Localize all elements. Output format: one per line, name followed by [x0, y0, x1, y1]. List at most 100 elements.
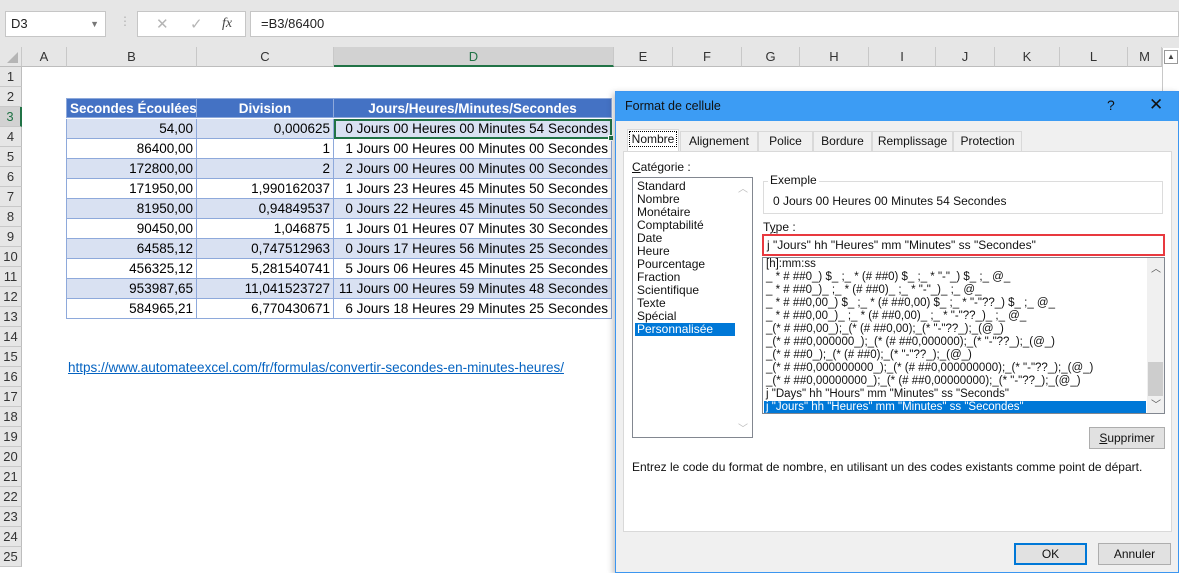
row-header-2[interactable]: 2	[0, 87, 22, 107]
chevron-down-icon[interactable]: ▼	[90, 12, 99, 36]
scroll-thumb[interactable]	[1148, 362, 1163, 396]
table-header[interactable]: Jours/Heures/Minutes/Secondes	[334, 98, 612, 118]
division-cell[interactable]: 6,770430671	[197, 299, 334, 319]
type-item[interactable]: _(* # ##0,000000_);_(* (# ##0,000000);_(…	[764, 336, 1146, 349]
type-item[interactable]: _(* # ##0,00_);_(* (# ##0,00);_(* "-"??_…	[764, 323, 1146, 336]
scroll-down-icon[interactable]: ﹀	[738, 420, 748, 435]
row-header-24[interactable]: 24	[0, 527, 22, 547]
duration-cell[interactable]: 1 Jours 01 Heures 07 Minutes 30 Secondes	[334, 219, 612, 239]
select-all-button[interactable]	[0, 47, 22, 67]
type-item[interactable]: _ * # ##0_) $_ ;_ * (# ##0) $_ ;_ * "-"_…	[764, 271, 1146, 284]
duration-cell[interactable]: 1 Jours 23 Heures 45 Minutes 50 Secondes	[334, 179, 612, 199]
type-item[interactable]: _ * # ##0,00_) $_ ;_ * (# ##0,00) $_ ;_ …	[764, 297, 1146, 310]
column-header-m[interactable]: M	[1128, 47, 1162, 67]
column-header-f[interactable]: F	[673, 47, 742, 67]
row-header-7[interactable]: 7	[0, 187, 22, 207]
hyperlink[interactable]: https://www.automateexcel.com/fr/formula…	[68, 360, 564, 375]
type-item[interactable]: _(* # ##0,000000000_);_(* (# ##0,0000000…	[764, 362, 1146, 375]
type-list[interactable]: [h]:mm:ss _ * # ##0_) $_ ;_ * (# ##0) $_ …	[762, 257, 1165, 414]
row-header-12[interactable]: 12	[0, 287, 22, 307]
close-icon[interactable]: ✕	[1149, 95, 1163, 115]
table-header[interactable]: Secondes Écoulées	[66, 98, 197, 118]
column-header-l[interactable]: L	[1060, 47, 1128, 67]
type-item[interactable]: _(* # ##0,00000000_);_(* (# ##0,00000000…	[764, 375, 1146, 388]
row-header-22[interactable]: 22	[0, 487, 22, 507]
help-icon[interactable]: ?	[1107, 97, 1115, 113]
column-header-k[interactable]: K	[995, 47, 1060, 67]
category-list[interactable]: Standard Nombre Monétaire Comptabilité Date H…	[632, 177, 753, 438]
row-header-3[interactable]: 3	[0, 107, 22, 127]
scroll-up-icon[interactable]: ▲	[1164, 50, 1178, 64]
seconds-cell[interactable]: 456325,12	[66, 259, 197, 279]
type-item[interactable]: j "Jours" hh "Heures" mm "Minutes" ss "S…	[764, 401, 1146, 413]
cancel-icon[interactable]: ✕	[156, 15, 169, 33]
type-input[interactable]: j "Jours" hh "Heures" mm "Minutes" ss "S…	[762, 234, 1165, 256]
duration-cell[interactable]: 0 Jours 22 Heures 45 Minutes 50 Secondes	[334, 199, 612, 219]
seconds-cell[interactable]: 90450,00	[66, 219, 197, 239]
tab-alignement[interactable]: Alignement	[680, 131, 758, 152]
vertical-scrollbar[interactable]: ▲	[1162, 48, 1179, 92]
row-header-21[interactable]: 21	[0, 467, 22, 487]
row-header-25[interactable]: 25	[0, 547, 22, 567]
type-item[interactable]: _ * # ##0,00_)_ ;_ * (# ##0,00)_ ;_ * "-…	[764, 310, 1146, 323]
column-header-g[interactable]: G	[742, 47, 800, 67]
row-header-5[interactable]: 5	[0, 147, 22, 167]
duration-cell[interactable]: 2 Jours 00 Heures 00 Minutes 00 Secondes	[334, 159, 612, 179]
division-cell[interactable]: 2	[197, 159, 334, 179]
duration-cell[interactable]: 0 Jours 17 Heures 56 Minutes 25 Secondes	[334, 239, 612, 259]
tab-police[interactable]: Police	[758, 131, 813, 152]
tab-protection[interactable]: Protection	[953, 131, 1022, 152]
duration-cell[interactable]: 5 Jours 06 Heures 45 Minutes 25 Secondes	[334, 259, 612, 279]
seconds-cell[interactable]: 64585,12	[66, 239, 197, 259]
seconds-cell[interactable]: 953987,65	[66, 279, 197, 299]
seconds-cell[interactable]: 171950,00	[66, 179, 197, 199]
duration-cell[interactable]: 11 Jours 00 Heures 59 Minutes 48 Seconde…	[334, 279, 612, 299]
duration-cell[interactable]: 1 Jours 00 Heures 00 Minutes 00 Secondes	[334, 139, 612, 159]
name-box[interactable]: D3 ▼	[5, 11, 106, 37]
row-header-8[interactable]: 8	[0, 207, 22, 227]
division-cell[interactable]: 1	[197, 139, 334, 159]
insert-function-icon[interactable]: fx	[222, 16, 232, 32]
row-header-19[interactable]: 19	[0, 427, 22, 447]
duration-cell[interactable]: 0 Jours 00 Heures 00 Minutes 54 Secondes	[334, 119, 612, 139]
dialog-titlebar[interactable]: Format de cellule ? ✕	[616, 92, 1178, 121]
seconds-cell[interactable]: 81950,00	[66, 199, 197, 219]
seconds-cell[interactable]: 86400,00	[66, 139, 197, 159]
column-header-i[interactable]: I	[869, 47, 936, 67]
seconds-cell[interactable]: 54,00	[66, 119, 197, 139]
formula-input[interactable]: =B3/86400	[250, 11, 1179, 37]
column-header-h[interactable]: H	[800, 47, 869, 67]
ok-button[interactable]: OK	[1014, 543, 1087, 565]
row-header-10[interactable]: 10	[0, 247, 22, 267]
row-header-14[interactable]: 14	[0, 327, 22, 347]
type-item[interactable]: _(* # ##0_);_(* (# ##0);_(* "-"??_);_(@_…	[764, 349, 1146, 362]
tab-nombre[interactable]: Nombre	[627, 129, 679, 153]
row-header-9[interactable]: 9	[0, 227, 22, 247]
row-header-18[interactable]: 18	[0, 407, 22, 427]
tab-bordure[interactable]: Bordure	[813, 131, 872, 152]
category-scrollbar[interactable]: ︿ ﹀	[735, 178, 752, 437]
scroll-up-icon[interactable]: ︿	[1151, 260, 1161, 275]
tab-remplissage[interactable]: Remplissage	[872, 131, 953, 152]
division-cell[interactable]: 1,990162037	[197, 179, 334, 199]
category-item[interactable]: Personnalisée	[635, 323, 736, 336]
column-header-j[interactable]: J	[936, 47, 995, 67]
division-cell[interactable]: 5,281540741	[197, 259, 334, 279]
column-header-a[interactable]: A	[22, 47, 67, 67]
division-cell[interactable]: 1,046875	[197, 219, 334, 239]
seconds-cell[interactable]: 584965,21	[66, 299, 197, 319]
division-cell[interactable]: 0,747512963	[197, 239, 334, 259]
fill-handle[interactable]	[608, 135, 614, 141]
type-list-scrollbar[interactable]: ︿ ﹀	[1147, 258, 1164, 413]
division-cell[interactable]: 0,000625	[197, 119, 334, 139]
column-header-e[interactable]: E	[614, 47, 673, 67]
delete-button[interactable]: Supprimer	[1089, 427, 1165, 449]
type-item[interactable]: [h]:mm:ss	[764, 258, 1146, 271]
duration-cell[interactable]: 6 Jours 18 Heures 29 Minutes 25 Secondes	[334, 299, 612, 319]
enter-icon[interactable]: ✓	[190, 15, 203, 33]
column-header-c[interactable]: C	[197, 47, 334, 67]
row-header-17[interactable]: 17	[0, 387, 22, 407]
column-header-d[interactable]: D	[334, 47, 614, 67]
row-header-16[interactable]: 16	[0, 367, 22, 387]
division-cell[interactable]: 11,041523727	[197, 279, 334, 299]
